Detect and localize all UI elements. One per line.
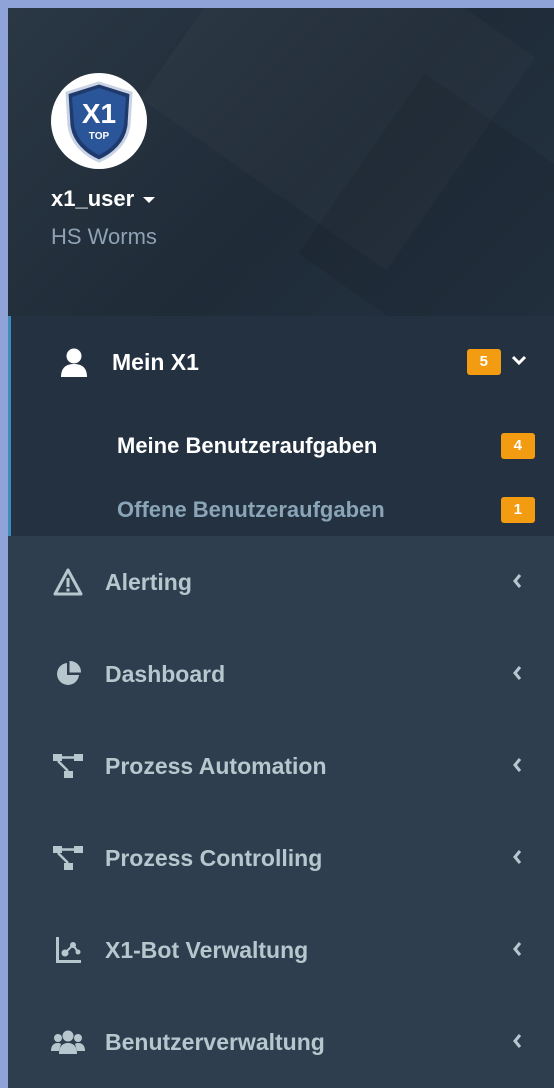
- chevron-left-icon: [512, 569, 522, 595]
- sidebar: X1 TOP x1_user HS Worms Mein X1 5 Meine …: [8, 8, 554, 1088]
- menu-item-dashboard[interactable]: Dashboard: [8, 628, 554, 720]
- menu-item-mein-x1[interactable]: Mein X1 5: [11, 316, 554, 408]
- menu-item-x1-bot-verwaltung[interactable]: X1-Bot Verwaltung: [8, 904, 554, 996]
- menu-item-benutzerverwaltung[interactable]: Benutzerverwaltung: [8, 996, 554, 1088]
- menu-item-label: Dashboard: [105, 660, 226, 687]
- pie-chart-icon: [51, 659, 85, 689]
- chevron-left-icon: [512, 845, 522, 871]
- chevron-left-icon: [512, 937, 522, 963]
- submenu-item-meine-benutzeraufgaben[interactable]: Meine Benutzeraufgaben 4: [11, 416, 554, 476]
- menu-item-label: X1-Bot Verwaltung: [105, 936, 309, 963]
- svg-text:X1: X1: [82, 98, 116, 129]
- menu-group-mein-x1: Mein X1 5 Meine Benutzeraufgaben 4 Offen…: [8, 316, 554, 536]
- users-icon: [51, 1027, 85, 1057]
- sitemap-icon: [51, 751, 85, 781]
- user-menu-toggle[interactable]: x1_user: [51, 186, 156, 212]
- chevron-down-icon: [511, 353, 527, 371]
- caret-down-icon: [143, 197, 156, 203]
- chevron-left-icon: [512, 1029, 522, 1055]
- menu-item-alerting[interactable]: Alerting: [8, 536, 554, 628]
- menu-item-label: Alerting: [105, 568, 192, 595]
- organization-name: HS Worms: [51, 224, 157, 249]
- user-icon: [57, 347, 91, 377]
- badge-offene-benutzeraufgaben: 1: [500, 497, 535, 523]
- warning-icon: [51, 567, 85, 597]
- badge-mein-x1: 5: [466, 349, 501, 375]
- menu-item-prozess-controlling[interactable]: Prozess Controlling: [8, 812, 554, 904]
- bot-network-icon: [51, 935, 85, 965]
- sitemap-icon: [51, 843, 85, 873]
- menu-item-label: Mein X1: [112, 348, 199, 375]
- submenu-item-label: Offene Benutzeraufgaben: [117, 497, 385, 522]
- menu-item-label: Prozess Automation: [105, 752, 327, 779]
- chevron-left-icon: [512, 661, 522, 687]
- badge-meine-benutzeraufgaben: 4: [500, 433, 535, 459]
- menu-item-label: Benutzerverwaltung: [105, 1028, 325, 1055]
- chevron-left-icon: [512, 753, 522, 779]
- submenu-item-offene-benutzeraufgaben[interactable]: Offene Benutzeraufgaben 1: [11, 480, 554, 540]
- avatar[interactable]: X1 TOP: [51, 73, 147, 169]
- x1-top-logo-icon: X1 TOP: [65, 81, 133, 163]
- svg-text:TOP: TOP: [89, 131, 110, 142]
- menu-item-prozess-automation[interactable]: Prozess Automation: [8, 720, 554, 812]
- user-panel: X1 TOP x1_user HS Worms: [8, 8, 554, 316]
- username: x1_user: [51, 186, 135, 211]
- submenu-item-label: Meine Benutzeraufgaben: [117, 433, 378, 458]
- menu-item-label: Prozess Controlling: [105, 844, 323, 871]
